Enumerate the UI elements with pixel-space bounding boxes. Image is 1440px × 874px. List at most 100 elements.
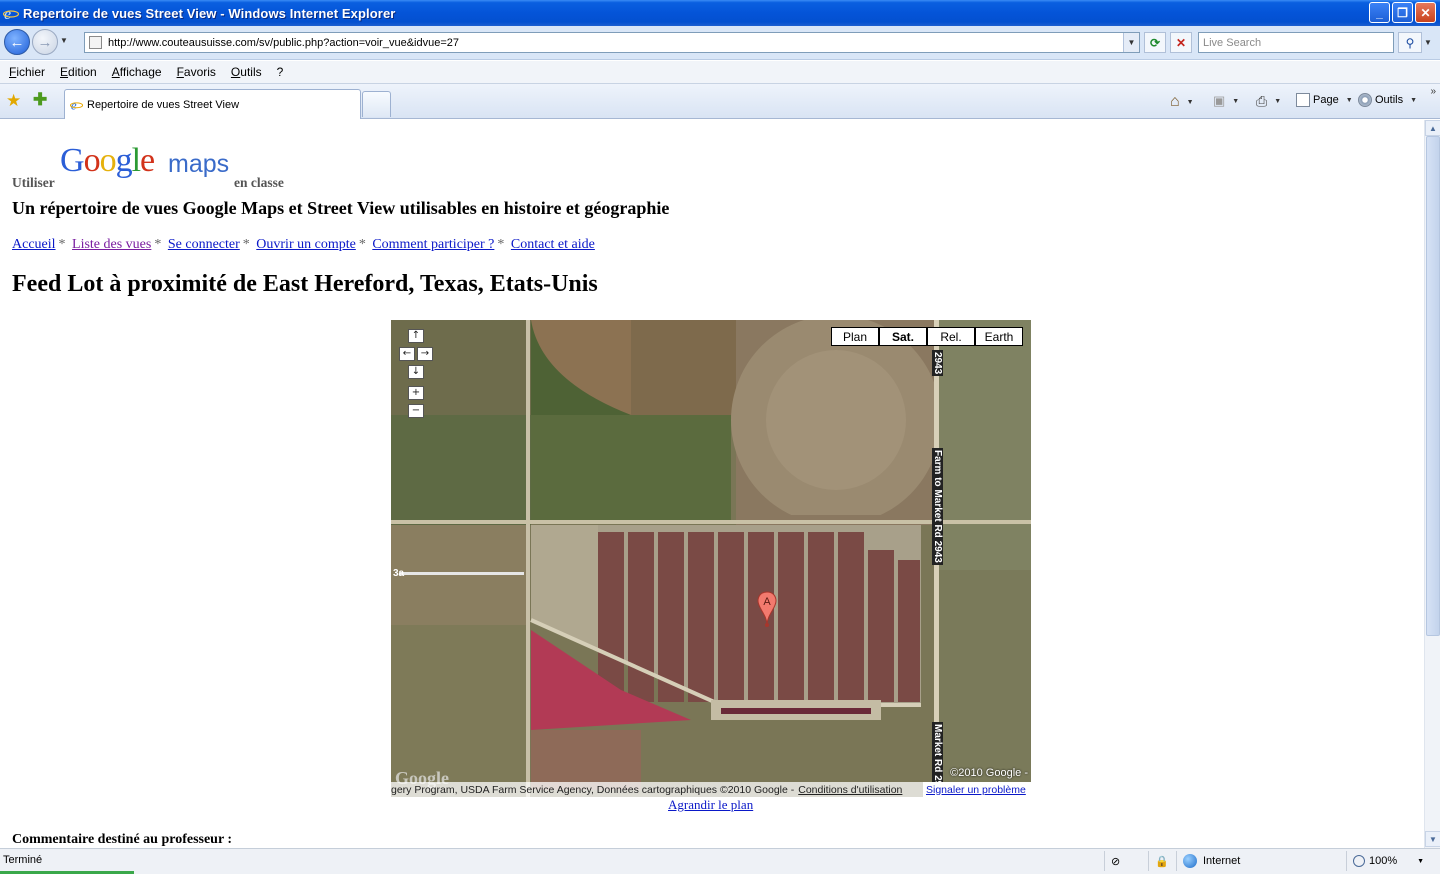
nav-separator: * [497, 237, 505, 252]
feeds-icon[interactable]: ▣ ▼ [1213, 93, 1239, 109]
site-header: Utiliser Google maps en classe [12, 132, 412, 190]
marker-letter: A [763, 596, 771, 608]
new-tab-button[interactable] [362, 91, 391, 117]
comment-heading: Commentaire destiné au professeur : [12, 832, 233, 847]
map-type-relief[interactable]: Rel. [927, 327, 975, 346]
chevron-more-icon[interactable]: » [1430, 86, 1436, 97]
page-menu-icon [1296, 93, 1310, 107]
print-icon[interactable]: ⎙ ▼ [1256, 93, 1281, 110]
svg-text:e: e [71, 98, 77, 111]
site-nav: Accueil * Liste des vues * Se connecter * O… [12, 237, 595, 253]
home-icon[interactable]: ⌂ ▼ [1170, 93, 1194, 111]
menu-edit[interactable]: Edition [60, 65, 97, 79]
page-menu-label: Page [1313, 94, 1339, 106]
nav-link-login[interactable]: Se connecter [168, 237, 240, 252]
tools-menu-label: Outils [1375, 94, 1404, 106]
tab-bar: ★ ✚ e Repertoire de vues Street View ⌂ ▼ … [0, 84, 1440, 119]
map-type-plan[interactable]: Plan [831, 327, 879, 346]
pan-up-icon[interactable]: ↑ [408, 329, 424, 343]
address-bar: ← → ▼ http://www.couteausuisse.com/sv/pu… [0, 26, 1440, 60]
title-bar: e Repertoire de vues Street View - Windo… [0, 0, 1440, 26]
add-favorite-icon[interactable]: ✚ [33, 90, 47, 110]
map-copyright: ©2010 Google - [950, 767, 1028, 779]
zone-label: Internet [1203, 855, 1241, 867]
svg-text:e: e [4, 6, 11, 21]
nav-link-register[interactable]: Ouvrir un compte [256, 237, 356, 252]
search-options-dropdown-icon[interactable]: ▼ [1424, 38, 1432, 47]
scroll-thumb[interactable] [1426, 136, 1440, 636]
nav-link-participate[interactable]: Comment participer ? [372, 237, 494, 252]
menu-file[interactable]: Fichier [9, 65, 45, 79]
menu-bar: Fichier Edition Affichage Favoris Outils… [0, 61, 1440, 84]
report-problem-link[interactable]: Signaler un problème [923, 782, 1031, 797]
satellite-map[interactable]: ↑ ← → ↓ + − Plan Sat. Rel. Earth 2943 Fa… [391, 320, 1031, 797]
window-title: Repertoire de vues Street View - Windows… [23, 5, 396, 21]
menu-help[interactable]: ? [277, 65, 284, 79]
road-label: Farm to Market Rd 2943 [932, 448, 943, 565]
search-placeholder: Live Search [1203, 36, 1262, 49]
side-road-label: 3a [393, 568, 405, 579]
search-icon[interactable]: ⚲ [1398, 32, 1422, 53]
restore-button[interactable]: ❐ [1392, 2, 1413, 23]
security-lock-icon[interactable]: 🔒 [1148, 851, 1178, 871]
tools-menu-button[interactable]: Outils ▼ [1358, 93, 1417, 107]
map-marker-icon[interactable]: A [757, 591, 777, 627]
page-content: Utiliser Google maps en classe Un répert… [0, 120, 1424, 848]
forward-button[interactable]: → [32, 29, 58, 55]
nav-separator: * [58, 237, 66, 252]
header-suffix: en classe [234, 175, 284, 190]
nav-link-contact[interactable]: Contact et aide [511, 237, 595, 252]
enlarge-map-link[interactable]: Agrandir le plan [668, 797, 753, 813]
refresh-button[interactable]: ⟳ [1144, 32, 1166, 53]
search-input[interactable]: Live Search [1198, 32, 1394, 53]
google-logo: Google [60, 142, 155, 179]
nav-link-views[interactable]: Liste des vues [72, 237, 151, 252]
favorites-star-icon[interactable]: ★ [6, 91, 21, 111]
page-title: Feed Lot à proximité de East Hereford, T… [12, 271, 598, 297]
tab-label: Repertoire de vues Street View [87, 98, 240, 111]
zoom-label: 100% [1369, 855, 1398, 867]
zoom-out-icon[interactable]: − [408, 404, 424, 418]
scroll-up-icon[interactable]: ▲ [1425, 120, 1440, 136]
ie-tab-icon: e [70, 98, 83, 111]
terms-link[interactable]: Conditions d'utilisation [798, 784, 902, 796]
url-field[interactable]: http://www.couteausuisse.com/sv/public.p… [84, 32, 1140, 53]
url-text: http://www.couteausuisse.com/sv/public.p… [108, 36, 459, 49]
zoom-in-icon[interactable]: + [408, 386, 424, 400]
pan-left-icon[interactable]: ← [399, 347, 415, 361]
page-menu-button[interactable]: Page ▼ [1296, 93, 1353, 107]
zoom-control[interactable]: 100% ▼ [1346, 851, 1440, 871]
url-dropdown-icon[interactable]: ▼ [1123, 33, 1139, 52]
map-attribution: gery Program, USDA Farm Service Agency, … [391, 782, 923, 797]
vertical-scrollbar[interactable]: ▲ ▼ [1424, 120, 1440, 848]
pan-down-icon[interactable]: ↓ [408, 365, 424, 379]
globe-icon [1183, 854, 1197, 868]
road-number-top: 2943 [932, 350, 943, 377]
nav-separator: * [358, 237, 366, 252]
menu-tools[interactable]: Outils [231, 65, 262, 79]
back-button[interactable]: ← [4, 29, 30, 55]
pan-right-icon[interactable]: → [417, 347, 433, 361]
zoom-dropdown-icon[interactable]: ▼ [1417, 858, 1424, 865]
map-type-satellite[interactable]: Sat. [879, 327, 927, 346]
history-dropdown-icon[interactable]: ▼ [60, 36, 68, 45]
status-text: Terminé [3, 854, 43, 866]
nav-link-home[interactable]: Accueil [12, 237, 56, 252]
nav-separator: * [154, 237, 162, 252]
gear-icon [1358, 93, 1372, 107]
maps-logo-word: maps [168, 150, 230, 178]
status-bar: Terminé ⊘ 🔒 Internet 100% ▼ [0, 848, 1440, 874]
zoom-icon [1353, 855, 1365, 867]
menu-favorites[interactable]: Favoris [177, 65, 216, 79]
page-icon [89, 36, 102, 49]
security-zone[interactable]: Internet [1176, 851, 1340, 871]
privacy-icon[interactable]: ⊘ [1104, 851, 1146, 871]
menu-view[interactable]: Affichage [112, 65, 162, 79]
tab-active[interactable]: e Repertoire de vues Street View [64, 89, 361, 119]
minimize-button[interactable]: _ [1369, 2, 1390, 23]
close-button[interactable]: ✕ [1415, 2, 1436, 23]
stop-button[interactable]: ✕ [1170, 32, 1192, 53]
map-type-earth[interactable]: Earth [975, 327, 1023, 346]
nav-separator: * [242, 237, 250, 252]
scroll-down-icon[interactable]: ▼ [1425, 831, 1440, 847]
